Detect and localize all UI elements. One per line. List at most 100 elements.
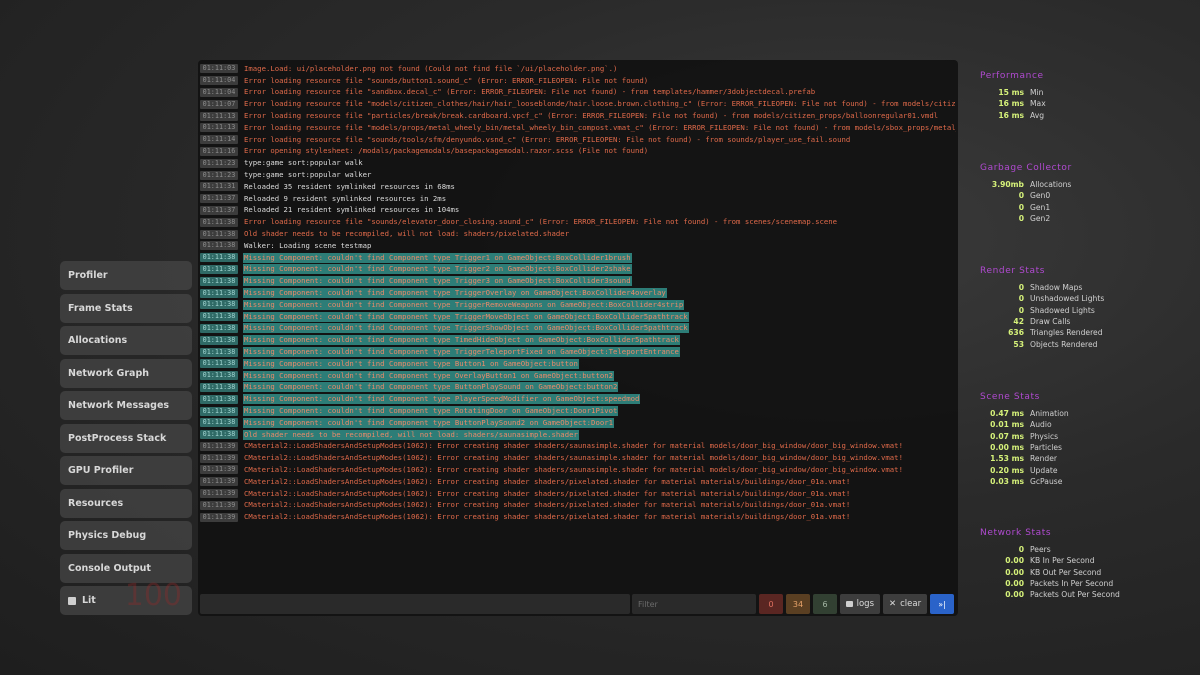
menu-item-label: Profiler (68, 270, 108, 281)
folder-icon (846, 601, 853, 607)
log-message: Missing Component: couldn't find Compone… (243, 406, 619, 416)
log-timestamp: 01:11:38 (200, 430, 238, 440)
log-timestamp: 01:11:39 (200, 500, 238, 510)
menu-item-label: Console Output (68, 562, 151, 574)
log-line[interactable]: 01:11:37 Reloaded 21 resident symlinked r… (200, 205, 956, 217)
debug-menu: Profiler Frame Stats Allocations Network Gr… (60, 261, 192, 619)
log-line[interactable]: 01:11:23 type:game sort:popular walker (200, 169, 956, 181)
stat-value: 0.47 ms (980, 409, 1024, 418)
log-timestamp: 01:11:04 (200, 87, 238, 97)
logs-button[interactable]: logs (840, 594, 880, 614)
log-message: CMaterial2::LoadShadersAndSetupModes(106… (244, 464, 903, 474)
log-line[interactable]: 01:11:38 Missing Component: couldn't find… (200, 405, 956, 417)
log-line[interactable]: 01:11:31 Reloaded 35 resident symlinked r… (200, 181, 956, 193)
log-line[interactable]: 01:11:39 CMaterial2::LoadShadersAndSetupM… (200, 452, 956, 464)
menu-item-profiler[interactable]: Profiler (60, 261, 192, 290)
stat-number: 0 (1018, 191, 1024, 201)
stat-number: 42 (1013, 317, 1024, 327)
stat-label: Triangles Rendered (1030, 328, 1103, 338)
stat-value: 0.00 ms (980, 443, 1024, 452)
stat-label: Peers (1030, 545, 1051, 555)
menu-item-gpu-profiler[interactable]: GPU Profiler (60, 456, 192, 485)
error-count-toggle[interactable]: 0 (759, 594, 783, 614)
log-line[interactable]: 01:11:13 Error loading resource file "mod… (200, 122, 956, 134)
log-message: Error loading resource file "sounds/butt… (244, 75, 649, 85)
log-line[interactable]: 01:11:39 CMaterial2::LoadShadersAndSetupM… (200, 499, 956, 511)
log-timestamp: 01:11:14 (200, 135, 238, 145)
menu-item-network-messages[interactable]: Network Messages (60, 391, 192, 420)
info-count-toggle[interactable]: 6 (813, 594, 837, 614)
stat-number: 0.00 (1005, 590, 1024, 600)
log-line[interactable]: 01:11:13 Error loading resource file "par… (200, 110, 956, 122)
console-filter-input[interactable] (632, 594, 756, 614)
menu-item-resources[interactable]: Resources (60, 488, 192, 518)
log-line[interactable]: 01:11:39 CMaterial2::LoadShadersAndSetupM… (200, 488, 956, 500)
log-line[interactable]: 01:11:38 Missing Component: couldn't find… (200, 417, 956, 429)
log-line[interactable]: 01:11:07 Error loading resource file "mod… (200, 98, 956, 110)
log-line[interactable]: 01:11:38 Missing Component: couldn't find… (200, 393, 956, 405)
warning-count-toggle[interactable]: 34 (786, 594, 810, 614)
log-message: Image.Load: ui/placeholder.png not found… (244, 63, 618, 73)
log-line[interactable]: 01:11:38 Error loading resource file "sou… (200, 216, 956, 228)
log-message: type:game sort:popular walk (244, 158, 363, 168)
menu-item-frame-stats[interactable]: Frame Stats (60, 293, 192, 323)
menu-item-network-graph[interactable]: Network Graph (60, 358, 192, 388)
log-line[interactable]: 01:11:38 Missing Component: couldn't find… (200, 299, 956, 311)
log-line[interactable]: 01:11:38 Missing Component: couldn't find… (200, 346, 956, 358)
log-line[interactable]: 01:11:39 CMaterial2::LoadShadersAndSetupM… (200, 441, 956, 453)
menu-item-postprocess-stack[interactable]: PostProcess Stack (60, 423, 192, 453)
stat-value: 636 (980, 328, 1024, 337)
log-timestamp: 01:11:38 (200, 394, 238, 404)
stat-row: 0.01 ms Audio (980, 419, 1069, 430)
log-line[interactable]: 01:11:04 Error loading resource file "sou… (200, 75, 956, 87)
log-line[interactable]: 01:11:37 Reloaded 9 resident symlinked re… (200, 193, 956, 205)
log-line[interactable]: 01:11:38 Missing Component: couldn't find… (200, 275, 956, 287)
stat-number: 0.00 (1005, 567, 1024, 577)
stats-title: Performance (980, 71, 1044, 81)
log-line[interactable]: 01:11:39 CMaterial2::LoadShadersAndSetupM… (200, 511, 956, 523)
log-timestamp: 01:11:16 (200, 146, 238, 156)
log-message: Missing Component: couldn't find Compone… (243, 276, 632, 287)
log-line[interactable]: 01:11:39 CMaterial2::LoadShadersAndSetupM… (200, 464, 956, 476)
scroll-to-bottom-button[interactable]: »| (930, 594, 954, 614)
menu-item-physics-debug[interactable]: Physics Debug (60, 521, 192, 550)
log-line[interactable]: 01:11:38 Missing Component: couldn't find… (200, 323, 956, 335)
stat-label: Render (1030, 454, 1058, 464)
log-line[interactable]: 01:11:38 Missing Component: couldn't find… (200, 358, 956, 370)
stat-unit: ms (1011, 476, 1024, 486)
log-message: Missing Component: couldn't find Compone… (243, 311, 689, 322)
menu-item-allocations[interactable]: Allocations (60, 326, 192, 355)
log-line[interactable]: 01:11:38 Missing Component: couldn't find… (200, 287, 956, 299)
log-line[interactable]: 01:11:03 Image.Load: ui/placeholder.png n… (200, 63, 956, 75)
log-line[interactable]: 01:11:38 Missing Component: couldn't find… (200, 334, 956, 346)
console-command-input[interactable] (200, 594, 630, 614)
log-line[interactable]: 01:11:14 Error loading resource file "sou… (200, 134, 956, 146)
clear-button[interactable]: ✕ clear (883, 594, 927, 614)
stats-title: Render Stats (980, 266, 1046, 276)
log-line[interactable]: 01:11:38 Missing Component: couldn't find… (200, 382, 956, 394)
log-line[interactable]: 01:11:39 CMaterial2::LoadShadersAndSetupM… (200, 476, 956, 488)
log-timestamp: 01:11:39 (200, 453, 238, 463)
log-line[interactable]: 01:11:38 Missing Component: couldn't find… (200, 252, 956, 264)
stat-value: 0.01 ms (980, 420, 1024, 429)
log-line[interactable]: 01:11:38 Old shader needs to be recompile… (200, 429, 956, 441)
stat-number: 0 (1018, 202, 1024, 212)
menu-item-lit[interactable]: Lit 100 (60, 578, 192, 615)
log-message: Error loading resource file "sandbox.dec… (244, 87, 816, 97)
log-message: Error loading resource file "sounds/tool… (244, 134, 851, 144)
log-line[interactable]: 01:11:16 Error opening stylesheet: /modal… (200, 146, 956, 158)
stat-row: 0 Unshadowed Lights (980, 293, 1105, 304)
stat-row: 16 ms Max (980, 98, 1045, 109)
stat-number: 0.07 (990, 431, 1009, 441)
log-line[interactable]: 01:11:38 Old shader needs to be recompile… (200, 228, 956, 240)
log-line[interactable]: 01:11:38 Missing Component: couldn't find… (200, 311, 956, 323)
log-timestamp: 01:11:39 (200, 465, 238, 475)
stat-number: 636 (1008, 328, 1024, 338)
log-line[interactable]: 01:11:38 Missing Component: couldn't find… (200, 370, 956, 382)
log-line[interactable]: 01:11:23 type:game sort:popular walk (200, 157, 956, 169)
log-line[interactable]: 01:11:38 Missing Component: couldn't find… (200, 264, 956, 276)
stat-row: 15 ms Min (980, 87, 1046, 98)
log-line[interactable]: 01:11:38 Walker: Loading scene testmap (200, 240, 956, 252)
log-line[interactable]: 01:11:04 Error loading resource file "san… (200, 87, 956, 99)
logs-button-label: logs (856, 599, 874, 609)
